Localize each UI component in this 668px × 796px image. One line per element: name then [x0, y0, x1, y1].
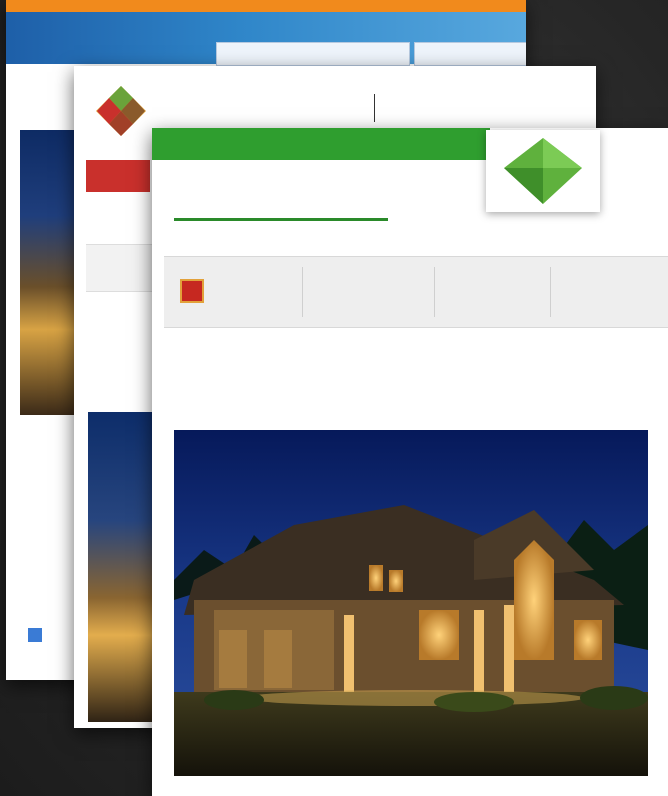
- nav-divider: [434, 267, 435, 317]
- home-icon[interactable]: [180, 279, 204, 303]
- green-badge-icon: [504, 138, 582, 204]
- badge-card: [486, 130, 600, 212]
- brand-underline: [174, 218, 388, 221]
- header-banner: [6, 12, 526, 66]
- top-bar: [6, 0, 526, 12]
- diamond-logo-icon: [96, 86, 146, 136]
- tab-2[interactable]: [414, 42, 526, 66]
- title-divider: [374, 94, 375, 122]
- main-nav: [164, 256, 668, 328]
- tab-1[interactable]: [216, 42, 410, 66]
- nav-divider: [550, 267, 551, 317]
- green-header-bar[interactable]: [152, 128, 490, 160]
- house-photo: [88, 412, 158, 722]
- red-menu-button[interactable]: [86, 160, 150, 192]
- webpage-screenshot-front: [152, 128, 668, 796]
- footer-icon: [28, 628, 42, 642]
- nav-divider: [302, 267, 303, 317]
- house-night-photo: [174, 430, 648, 776]
- house-photo: [20, 130, 80, 415]
